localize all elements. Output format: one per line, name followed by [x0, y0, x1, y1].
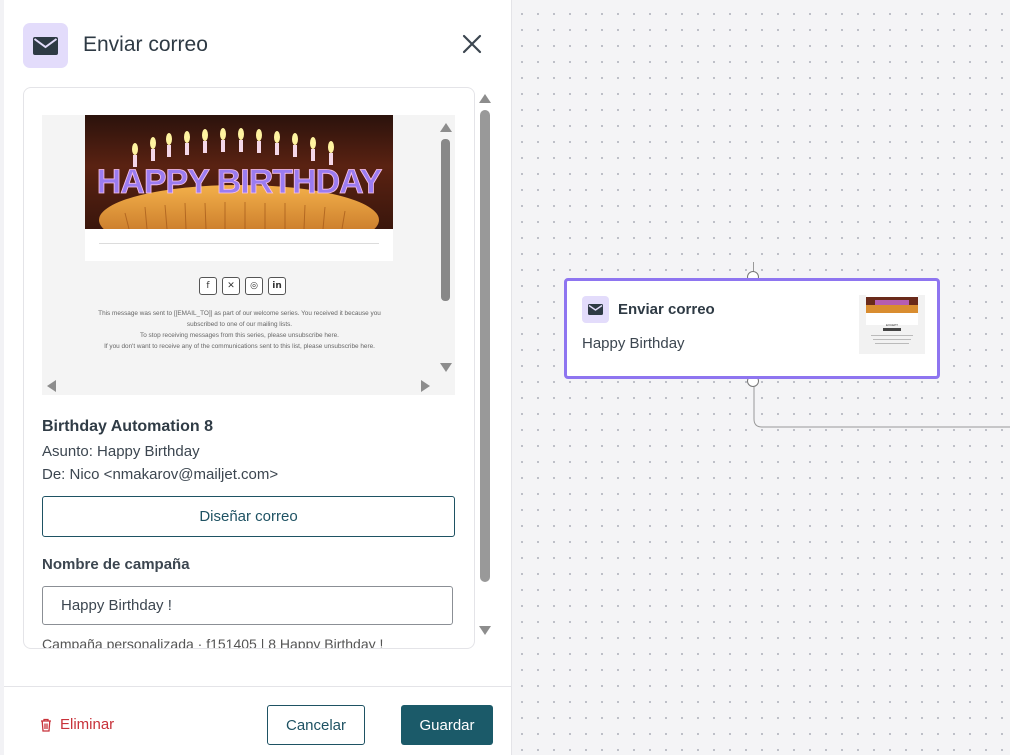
preview-horizontal-scrollbar[interactable]: [42, 377, 455, 395]
facebook-icon[interactable]: f: [199, 277, 217, 295]
x-icon[interactable]: ✕: [222, 277, 240, 295]
preview-vertical-scrollbar[interactable]: [437, 115, 455, 377]
scroll-down-arrow[interactable]: [479, 626, 491, 635]
campaign-name-label: Nombre de campaña: [42, 556, 190, 573]
footer-line: This message was sent to [[EMAIL_TO]] as…: [98, 310, 381, 328]
scroll-thumb[interactable]: [441, 139, 450, 301]
email-body: HAPPY BIRTHDAY: [85, 115, 393, 261]
panel-scrollbar[interactable]: [477, 90, 493, 640]
workflow-node-send-email[interactable]: Enviar correo Happy Birthday EXCEPT: [564, 278, 940, 379]
design-email-button[interactable]: Diseñar correo: [42, 496, 455, 537]
trash-icon: [41, 718, 51, 732]
instagram-icon[interactable]: ◎: [245, 277, 263, 295]
cancel-button[interactable]: Cancelar: [267, 705, 365, 745]
delete-button[interactable]: Eliminar: [40, 716, 114, 733]
email-divider: [99, 243, 379, 244]
scroll-left-arrow[interactable]: [47, 380, 56, 392]
panel-title: Enviar correo: [83, 33, 208, 56]
node-title: Enviar correo: [618, 301, 715, 318]
node-subtitle: Happy Birthday: [582, 335, 685, 352]
birthday-banner-image: HAPPY BIRTHDAY: [85, 115, 393, 229]
save-button[interactable]: Guardar: [401, 705, 493, 745]
campaign-name-input[interactable]: [42, 586, 453, 625]
email-footer-text: This message was sent to [[EMAIL_TO]] as…: [82, 308, 397, 352]
scroll-down-arrow[interactable]: [440, 363, 452, 372]
footer-line: If you don't want to receive any of the …: [104, 343, 375, 350]
campaign-name: Birthday Automation 8: [42, 418, 213, 435]
close-icon[interactable]: [460, 32, 484, 56]
email-preview[interactable]: HAPPY BIRTHDAY f ✕ ◎ in This message was…: [42, 115, 437, 377]
email-subject: Asunto: Happy Birthday: [42, 443, 200, 460]
footer-divider: [4, 686, 511, 687]
outgoing-connector: [753, 387, 1010, 428]
banner-lettering: HAPPY BIRTHDAY: [97, 163, 383, 201]
scroll-thumb[interactable]: [480, 110, 490, 582]
email-sender: De: Nico <nmakarov@mailjet.com>: [42, 466, 279, 483]
social-links: f ✕ ◎ in: [199, 277, 286, 295]
thumbnail-caption: EXCEPT: [886, 323, 899, 327]
scroll-right-arrow[interactable]: [421, 380, 430, 392]
send-email-panel: Enviar correo HAPPY BIRTHDAY f ✕ ◎ in Th…: [4, 0, 512, 755]
email-card: HAPPY BIRTHDAY f ✕ ◎ in This message was…: [23, 87, 475, 649]
linkedin-icon[interactable]: in: [268, 277, 286, 295]
scroll-up-arrow[interactable]: [479, 94, 491, 103]
email-thumbnail: EXCEPT: [859, 295, 925, 354]
scroll-up-arrow[interactable]: [440, 123, 452, 132]
envelope-icon: [582, 296, 609, 323]
envelope-icon: [23, 23, 68, 68]
footer-line: To stop receiving messages from this ser…: [140, 332, 339, 339]
delete-label: Eliminar: [60, 716, 115, 733]
campaign-hint-text: Campaña personalizada · f151405 | 8 Happ…: [42, 636, 384, 649]
